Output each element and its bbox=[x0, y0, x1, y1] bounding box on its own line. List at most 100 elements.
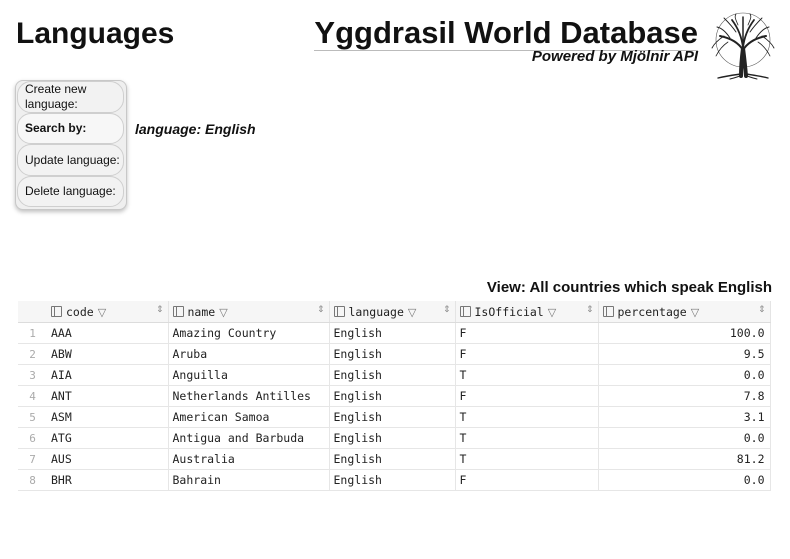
cell-code[interactable]: BHR bbox=[47, 469, 169, 491]
table-row[interactable]: 1 AAA Amazing Country English F 100.0 bbox=[18, 322, 771, 344]
cell-name[interactable]: Aruba bbox=[168, 343, 330, 365]
cell-isofficial[interactable]: F bbox=[455, 385, 599, 407]
results-table: code ▽ ⇕ name ▽ ⇕ language ▽ ⇕ IsOfficial ▽ ⇕ pe… bbox=[18, 301, 771, 491]
column-icon bbox=[333, 305, 345, 317]
cell-percentage[interactable]: 0.0 bbox=[598, 469, 771, 491]
row-number: 7 bbox=[18, 448, 47, 470]
sort-icon[interactable]: ⇕ bbox=[758, 305, 766, 315]
filter-icon[interactable]: ▽ bbox=[548, 306, 556, 319]
search-by-button[interactable]: Search by: bbox=[17, 113, 124, 144]
cell-code[interactable]: ASM bbox=[47, 406, 169, 428]
cell-percentage[interactable]: 0.0 bbox=[598, 427, 771, 449]
cell-name[interactable]: Netherlands Antilles bbox=[168, 385, 330, 407]
cell-percentage[interactable]: 3.1 bbox=[598, 406, 771, 428]
cell-language[interactable]: English bbox=[329, 406, 456, 428]
cell-language[interactable]: English bbox=[329, 385, 456, 407]
cell-percentage[interactable]: 7.8 bbox=[598, 385, 771, 407]
column-label: name bbox=[187, 304, 216, 319]
menu-item-label: Search by: bbox=[25, 121, 87, 135]
column-header-isofficial[interactable]: IsOfficial ▽ ⇕ bbox=[455, 301, 599, 323]
sort-icon[interactable]: ⇕ bbox=[443, 305, 451, 315]
column-label: IsOfficial bbox=[474, 304, 544, 319]
column-icon bbox=[51, 305, 62, 317]
cell-name[interactable]: Anguilla bbox=[168, 364, 330, 386]
table-header-row: code ▽ ⇕ name ▽ ⇕ language ▽ ⇕ IsOfficial ▽ ⇕ pe… bbox=[18, 301, 771, 323]
row-number-header bbox=[18, 301, 47, 323]
sort-icon[interactable]: ⇕ bbox=[586, 305, 594, 315]
cell-name[interactable]: Australia bbox=[168, 448, 330, 470]
menu-item-label: Delete language: bbox=[25, 184, 116, 198]
update-language-button[interactable]: Update language: bbox=[17, 144, 124, 176]
brand-header: Yggdrasil World Database Powered by Mjöl… bbox=[314, 16, 698, 65]
cell-code[interactable]: AAA bbox=[47, 322, 169, 344]
row-number: 2 bbox=[18, 343, 47, 365]
column-header-code[interactable]: code ▽ ⇕ bbox=[47, 301, 169, 323]
tree-logo bbox=[711, 12, 775, 80]
cell-language[interactable]: English bbox=[329, 469, 456, 491]
cell-code[interactable]: ABW bbox=[47, 343, 169, 365]
cell-percentage[interactable]: 9.5 bbox=[598, 343, 771, 365]
sort-icon[interactable]: ⇕ bbox=[156, 305, 164, 315]
current-filter-label: language: English bbox=[135, 121, 256, 137]
cell-isofficial[interactable]: T bbox=[455, 448, 599, 470]
table-row[interactable]: 7 AUS Australia English T 81.2 bbox=[18, 448, 771, 470]
row-number: 4 bbox=[18, 385, 47, 407]
menu-item-label: Update language: bbox=[25, 152, 120, 167]
cell-percentage[interactable]: 0.0 bbox=[598, 364, 771, 386]
cell-language[interactable]: English bbox=[329, 427, 456, 449]
column-label: code bbox=[66, 304, 94, 319]
cell-code[interactable]: AIA bbox=[47, 364, 169, 386]
row-number: 1 bbox=[18, 322, 47, 344]
page-title: Languages bbox=[16, 17, 175, 50]
cell-isofficial[interactable]: F bbox=[455, 343, 599, 365]
cell-language[interactable]: English bbox=[329, 448, 456, 470]
menu-item-label: Create new language: bbox=[25, 82, 87, 111]
cell-percentage[interactable]: 81.2 bbox=[598, 448, 771, 470]
column-header-name[interactable]: name ▽ ⇕ bbox=[168, 301, 330, 323]
cell-name[interactable]: Bahrain bbox=[168, 469, 330, 491]
row-number: 3 bbox=[18, 364, 47, 386]
filter-icon[interactable]: ▽ bbox=[691, 306, 699, 319]
table-row[interactable]: 5 ASM American Samoa English T 3.1 bbox=[18, 406, 771, 428]
filter-icon[interactable]: ▽ bbox=[408, 306, 416, 319]
cell-code[interactable]: ATG bbox=[47, 427, 169, 449]
brand-name: Yggdrasil World Database bbox=[314, 15, 698, 51]
cell-name[interactable]: Antigua and Barbuda bbox=[168, 427, 330, 449]
table-row[interactable]: 6 ATG Antigua and Barbuda English T 0.0 bbox=[18, 427, 771, 449]
cell-isofficial[interactable]: T bbox=[455, 364, 599, 386]
cell-isofficial[interactable]: F bbox=[455, 322, 599, 344]
column-label: language bbox=[348, 304, 404, 319]
cell-language[interactable]: English bbox=[329, 322, 456, 344]
cell-language[interactable]: English bbox=[329, 343, 456, 365]
cell-name[interactable]: American Samoa bbox=[168, 406, 330, 428]
cell-language[interactable]: English bbox=[329, 364, 456, 386]
view-caption: View: All countries which speak English bbox=[486, 279, 772, 296]
cell-code[interactable]: AUS bbox=[47, 448, 169, 470]
create-language-button[interactable]: Create new language: bbox=[17, 81, 124, 113]
table-row[interactable]: 4 ANT Netherlands Antilles English F 7.8 bbox=[18, 385, 771, 407]
row-number: 5 bbox=[18, 406, 47, 428]
cell-name[interactable]: Amazing Country bbox=[168, 322, 330, 344]
delete-language-button[interactable]: Delete language: bbox=[17, 176, 124, 207]
cell-code[interactable]: ANT bbox=[47, 385, 169, 407]
column-icon bbox=[602, 305, 614, 317]
row-number: 8 bbox=[18, 469, 47, 491]
cell-isofficial[interactable]: T bbox=[455, 427, 599, 449]
cell-isofficial[interactable]: F bbox=[455, 469, 599, 491]
table-row[interactable]: 2 ABW Aruba English F 9.5 bbox=[18, 343, 771, 365]
sort-icon[interactable]: ⇕ bbox=[317, 305, 325, 315]
filter-icon[interactable]: ▽ bbox=[219, 306, 227, 319]
column-label: percentage bbox=[617, 304, 687, 319]
table-row[interactable]: 3 AIA Anguilla English T 0.0 bbox=[18, 364, 771, 386]
filter-icon[interactable]: ▽ bbox=[98, 306, 106, 319]
column-icon bbox=[172, 305, 184, 317]
row-number: 6 bbox=[18, 427, 47, 449]
column-header-language[interactable]: language ▽ ⇕ bbox=[329, 301, 456, 323]
action-menu: Create new language: Search by: Update l… bbox=[15, 80, 127, 210]
column-header-percentage[interactable]: percentage ▽ ⇕ bbox=[598, 301, 771, 323]
brand-subtitle: Powered by Mjölnir API bbox=[531, 48, 698, 65]
table-row[interactable]: 8 BHR Bahrain English F 0.0 bbox=[18, 469, 771, 491]
cell-isofficial[interactable]: T bbox=[455, 406, 599, 428]
cell-percentage[interactable]: 100.0 bbox=[598, 322, 771, 344]
column-icon bbox=[459, 305, 471, 317]
